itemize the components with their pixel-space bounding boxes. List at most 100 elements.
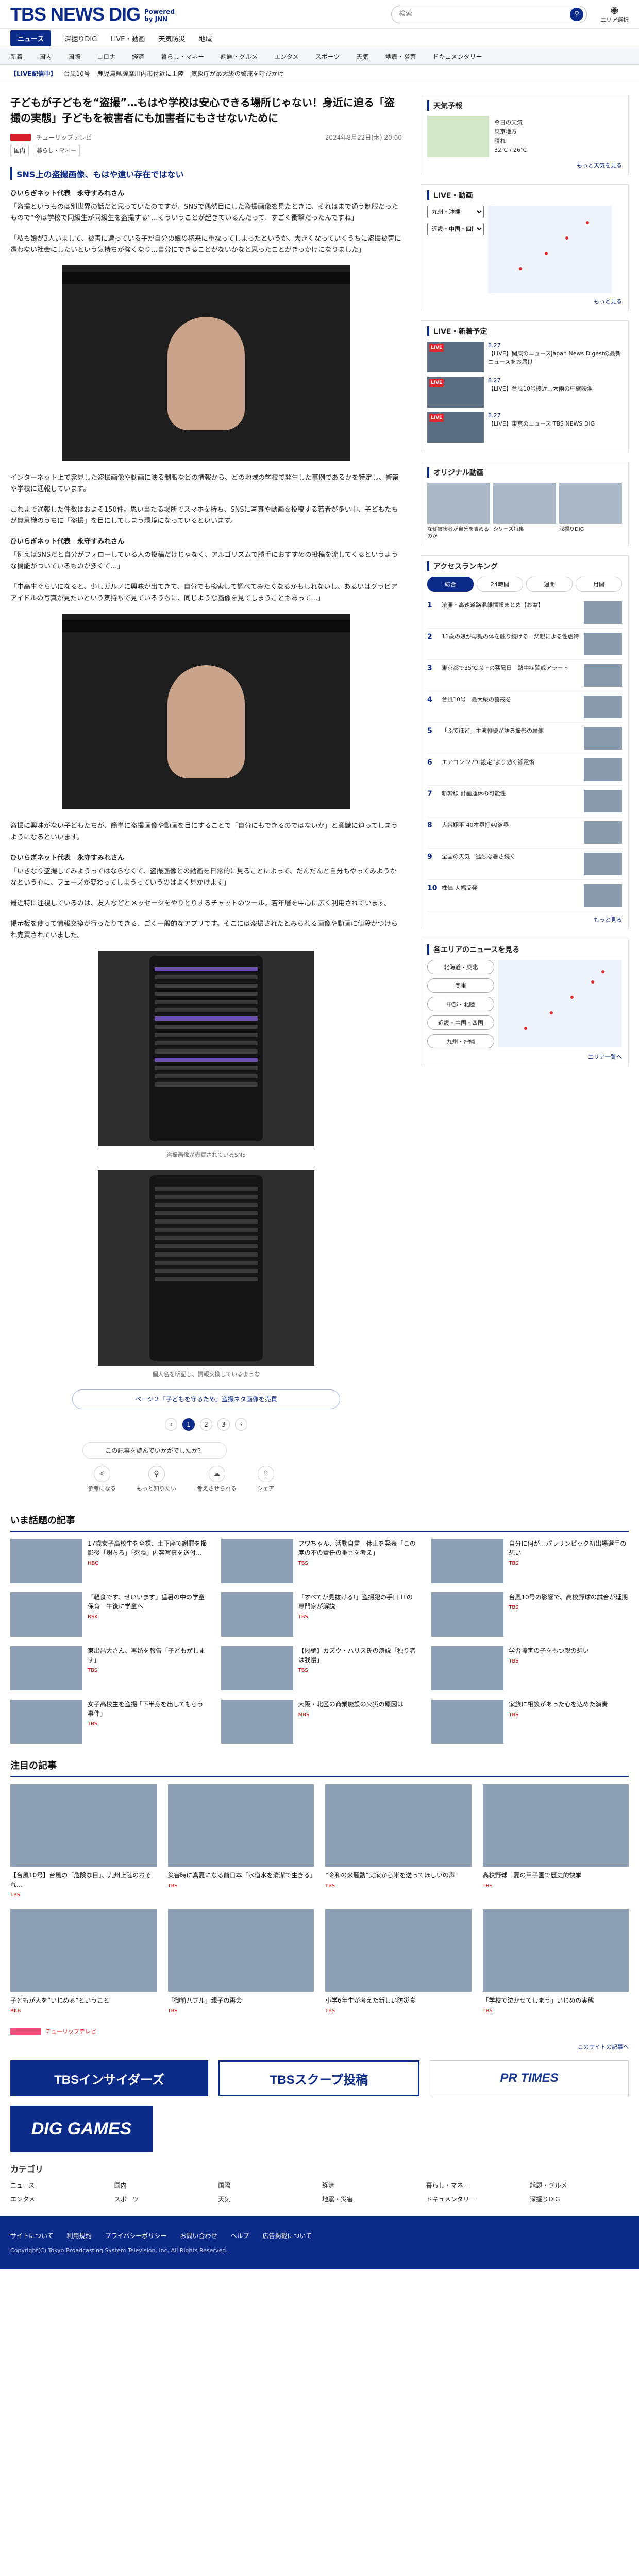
nav-deep-dig[interactable]: 深掘りDIG (64, 33, 97, 43)
article-photo-interview[interactable] (62, 265, 350, 461)
map-marker[interactable] (550, 1011, 553, 1014)
ranking-item[interactable]: 7 新幹線 計画運休の可能性 (427, 786, 622, 817)
ranking-item[interactable]: 5 「ふてほど」主演俳優が語る撮影の裏側 (427, 723, 622, 754)
nav-live-video[interactable]: LIVE・動画 (110, 33, 145, 43)
hot-card[interactable]: 自分に何が…パラリンピック初出場選手の想い TBS (431, 1539, 629, 1583)
prev-page-icon[interactable]: ‹ (165, 1418, 177, 1431)
featured-card[interactable]: “令和の米騒動”実家から米を送ってほしいの声 TBS (325, 1784, 472, 1898)
reaction-think-button[interactable]: ☁ 考えさせられる (197, 1466, 237, 1493)
article-photo-interview-2[interactable] (62, 614, 350, 809)
page-number[interactable]: 2 (200, 1418, 212, 1431)
category-link[interactable]: ドキュメンタリー (426, 2195, 525, 2204)
category-link[interactable]: 地震・災害 (322, 2195, 421, 2204)
search-icon[interactable]: ⚲ (570, 7, 583, 21)
ranking-item[interactable]: 2 11歳の娘が母親の体を触り続ける…父親による性虐待 (427, 629, 622, 660)
live-item[interactable]: LIVE 8.27 【LIVE】東京のニュース TBS NEWS DIG (427, 412, 622, 443)
ranking-tab[interactable]: 週間 (526, 577, 573, 592)
site-logo[interactable]: TBS NEWS DIG Powered by JNN (10, 4, 175, 25)
footer-link[interactable]: プライバシーポリシー (105, 2231, 167, 2240)
footer-link[interactable]: 広告掲載について (262, 2231, 312, 2240)
hot-card[interactable]: 「すべてが見抜ける!」盗撮犯の手口 ITの専門家が解説 TBS (221, 1592, 418, 1637)
article-source[interactable]: チューリップテレビ (36, 133, 92, 142)
category-link[interactable]: 暮らし・マネー (426, 2181, 525, 2190)
hot-card[interactable]: 学習障害の子をもつ親の想い TBS (431, 1646, 629, 1690)
ranking-item[interactable]: 8 大谷翔平 40本塁打40盗塁 (427, 817, 622, 849)
featured-card[interactable]: 「御前八ブル」親子の再会 TBS (167, 1909, 314, 2014)
page-number[interactable]: 3 (217, 1418, 230, 1431)
category-link[interactable]: 経済 (322, 2181, 421, 2190)
hot-card[interactable]: 17歳女子高校生を全裸、土下座で謝罪を撮影後「謝ちろ」「死ね」内容写真を送付… H… (10, 1539, 208, 1583)
map-marker[interactable] (524, 1027, 527, 1030)
tag-chip[interactable]: 暮らし・マネー (33, 145, 80, 156)
japan-map[interactable] (498, 960, 622, 1047)
nav2-item[interactable]: 地震・災害 (385, 52, 416, 61)
weather-map[interactable] (427, 116, 489, 157)
reaction-more-button[interactable]: ⚲ もっと知りたい (137, 1466, 176, 1493)
hot-card[interactable]: 女子高校生を盗撮 ｢下半身を出してもらう事件｣ TBS (10, 1700, 208, 1744)
ranking-item[interactable]: 4 台風10号 最大級の警戒を (427, 691, 622, 723)
map-marker[interactable] (565, 236, 568, 240)
ranking-item[interactable]: 1 渋滞・高速道路混雑情報まとめ【お盆】 (427, 597, 622, 629)
hot-card[interactable]: 東出昌大さん、再婚を報告「子どもがします」 TBS (10, 1646, 208, 1690)
live-item[interactable]: LIVE 8.27 【LIVE】台風10号接近…大雨の中継映像 (427, 377, 622, 408)
nav2-item[interactable]: 新着 (10, 52, 23, 61)
category-link[interactable]: 国内 (114, 2181, 213, 2190)
banner-prtimes[interactable]: PR TIMES (430, 2060, 629, 2096)
footer-link[interactable]: 利用規約 (67, 2231, 92, 2240)
search-input[interactable] (399, 10, 570, 18)
nav2-item[interactable]: エンタメ (274, 52, 299, 61)
reaction-useful-button[interactable]: ☼ 参考になる (88, 1466, 116, 1493)
category-link[interactable]: 話題・グルメ (530, 2181, 629, 2190)
banner-scoop[interactable]: TBSスクープ投稿 (218, 2060, 419, 2096)
hot-card[interactable]: 【悶絶】カズウ・ハリス氏の演説「独り者は我慢」 TBS (221, 1646, 418, 1690)
hot-card[interactable]: 家族に相談があった心を込めた演奏 TBS (431, 1700, 629, 1744)
live-item[interactable]: LIVE 8.27 【LIVE】関東のニュースJapan News Digestの… (427, 342, 622, 372)
next-page-link[interactable]: ページ２「子どもを守るため」盗撮ネタ画像を売買 (72, 1389, 340, 1409)
featured-more-link[interactable]: このサイトの記事へ (10, 2043, 629, 2051)
live-more-link[interactable]: もっと見る (427, 297, 622, 306)
map-marker[interactable] (601, 970, 604, 973)
next-page-icon[interactable]: › (235, 1418, 247, 1431)
category-link[interactable]: ニュース (10, 2181, 109, 2190)
ranking-tab[interactable]: 24時間 (477, 577, 523, 592)
article-photo-sns[interactable] (98, 951, 314, 1146)
category-link[interactable]: スポーツ (114, 2195, 213, 2204)
map-marker[interactable] (591, 980, 594, 984)
area-button[interactable]: 中部・北陸 (427, 997, 494, 1011)
hot-card[interactable]: 大阪・北区の商業施設の火災の原因は MBS (221, 1700, 418, 1744)
article-photo-chat[interactable] (98, 1170, 314, 1366)
weather-more-link[interactable]: もっと天気を見る (427, 161, 622, 170)
original-item[interactable]: 深掘りDIG (559, 483, 622, 540)
ranking-item[interactable]: 9 全国の天気 猛烈な暑さ続く (427, 849, 622, 880)
nav2-item[interactable]: 国際 (68, 52, 80, 61)
nav2-item[interactable]: 天気 (357, 52, 369, 61)
featured-card[interactable]: 高校野球 夏の甲子園で歴史的快挙 TBS (482, 1784, 629, 1898)
ranking-more-link[interactable]: もっと見る (427, 916, 622, 924)
nav2-item[interactable]: 経済 (132, 52, 144, 61)
breaking-ticker[interactable]: 【LIVE配信中】 台風10号 鹿児島県薩摩川内市付近に上陸 気象庁が最大級の警… (0, 65, 639, 82)
ranking-tab[interactable]: 月間 (576, 577, 622, 592)
region-select[interactable]: 九州・沖縄 (427, 206, 484, 218)
footer-link[interactable]: お問い合わせ (180, 2231, 217, 2240)
ranking-item[interactable]: 6 エアコン“27℃設定”より効く節電術 (427, 754, 622, 786)
page-number[interactable]: 1 (182, 1418, 195, 1431)
category-link[interactable]: 天気 (218, 2195, 317, 2204)
map-marker[interactable] (570, 996, 574, 999)
map-marker[interactable] (519, 267, 522, 270)
featured-card[interactable]: 小学6年生が考えた新しい防災食 TBS (325, 1909, 472, 2014)
ranking-tab[interactable]: 総合 (427, 577, 474, 592)
hot-card[interactable]: 台風10号の影響で、高校野球の試合が延期 TBS (431, 1592, 629, 1637)
share-button[interactable]: ⇧ シェア (257, 1466, 274, 1493)
japan-map[interactable] (488, 206, 612, 293)
category-link[interactable]: 国際 (218, 2181, 317, 2190)
map-marker[interactable] (545, 252, 548, 255)
map-marker[interactable] (586, 221, 589, 224)
nav-news[interactable]: ニュース (10, 30, 52, 46)
category-link[interactable]: 深掘りDIG (530, 2195, 629, 2204)
tag-chip[interactable]: 国内 (10, 145, 29, 156)
footer-link[interactable]: ヘルプ (230, 2231, 249, 2240)
area-button[interactable]: 九州・沖縄 (427, 1034, 494, 1048)
area-more-link[interactable]: エリア一覧へ (427, 1053, 622, 1061)
nav2-item[interactable]: 話題・グルメ (221, 52, 258, 61)
featured-card[interactable]: 災害時に真夏になる前日本「水道水を清潔で生きる」 TBS (167, 1784, 316, 1898)
